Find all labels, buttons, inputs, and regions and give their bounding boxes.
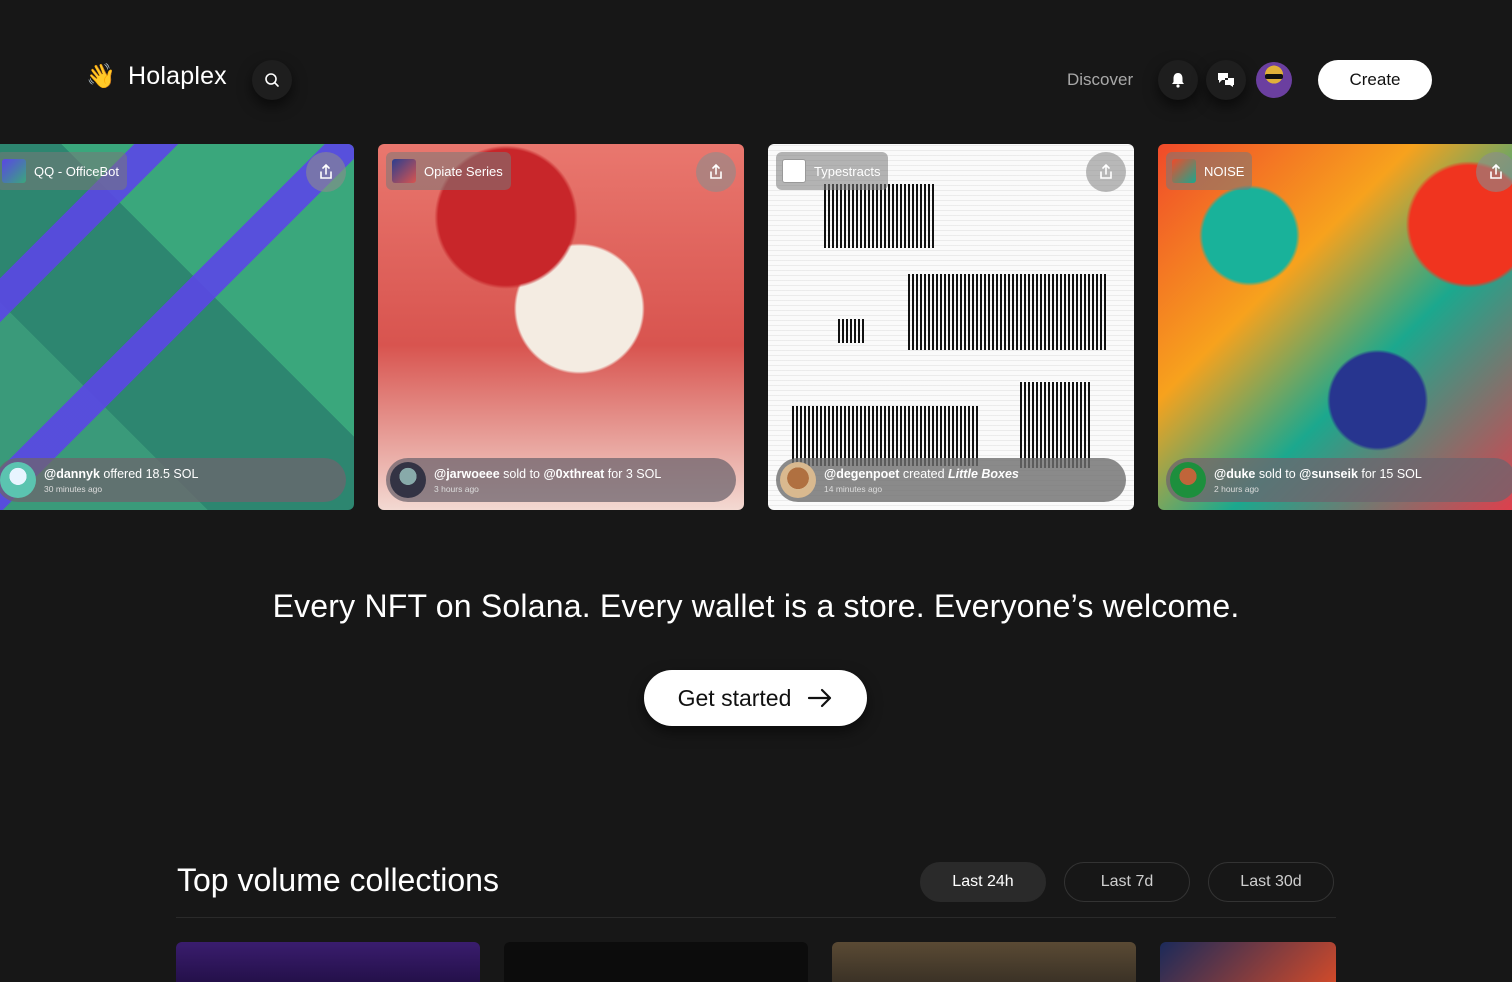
share-icon (710, 164, 722, 179)
activity-card[interactable]: NOISE @duke sold to @sunseik for 15 SOL … (1158, 144, 1512, 510)
collection-name: QQ - OfficeBot (34, 163, 120, 179)
user-avatar[interactable] (0, 462, 36, 498)
share-button[interactable] (696, 152, 736, 192)
waving-hand-icon: 👋 (86, 62, 116, 90)
nft-artwork (378, 144, 744, 510)
nft-artwork (1158, 144, 1512, 510)
collection-thumbnail (392, 159, 416, 183)
nft-artwork (0, 144, 354, 510)
collection-name: Typestracts (814, 163, 881, 179)
section-title: Top volume collections (177, 862, 499, 898)
share-icon (1490, 164, 1502, 179)
item-name[interactable]: Little Boxes (948, 467, 1019, 481)
user-handle[interactable]: @degenpoet (824, 467, 899, 481)
share-button[interactable] (1476, 152, 1512, 192)
nav-discover-link[interactable]: Discover (1067, 70, 1133, 90)
activity-bar: @degenpoet created Little Boxes 14 minut… (776, 458, 1126, 502)
activity-time: 14 minutes ago (824, 483, 883, 494)
section-divider (176, 917, 1336, 918)
brand-name: Holaplex (128, 62, 227, 90)
activity-bar: @dannyk offered 18.5 SOL 30 minutes ago (0, 458, 346, 502)
collection-name: NOISE (1204, 163, 1245, 179)
collection-tag[interactable]: NOISE (1166, 152, 1253, 190)
period-tab-24h[interactable]: Last 24h (920, 862, 1046, 902)
activity-price: for 3 SOL (604, 466, 662, 481)
period-tab-7d[interactable]: Last 7d (1064, 862, 1190, 902)
user-handle[interactable]: @jarwoeee (434, 467, 500, 481)
collection-tag[interactable]: QQ - OfficeBot (0, 152, 128, 190)
chat-bubbles-icon (1218, 73, 1234, 87)
messages-button[interactable] (1206, 60, 1246, 100)
target-handle[interactable]: @0xthreat (543, 467, 604, 481)
collection-tag[interactable]: Typestracts (776, 152, 889, 190)
share-button[interactable] (1086, 152, 1126, 192)
profile-avatar[interactable] (1256, 62, 1292, 98)
user-avatar[interactable] (1170, 462, 1206, 498)
search-button[interactable] (252, 60, 292, 100)
collection-card[interactable] (832, 942, 1136, 982)
user-handle[interactable]: @duke (1214, 467, 1255, 481)
user-handle[interactable]: @dannyk (44, 467, 100, 481)
activity-text: sold to (499, 466, 544, 481)
user-avatar[interactable] (780, 462, 816, 498)
activity-bar: @duke sold to @sunseik for 15 SOL 2 hour… (1166, 458, 1512, 502)
notifications-button[interactable] (1158, 60, 1198, 100)
hero-tagline: Every NFT on Solana. Every wallet is a s… (272, 588, 1240, 624)
activity-text: created (899, 466, 949, 481)
share-icon (320, 164, 332, 179)
get-started-button[interactable]: Get started (644, 670, 867, 726)
activity-card[interactable]: Typestracts @degenpoet created Little Bo… (768, 144, 1134, 510)
activity-price: for 15 SOL (1357, 466, 1422, 481)
collection-card[interactable] (176, 942, 480, 982)
collection-thumbnail (2, 159, 26, 183)
get-started-label: Get started (677, 684, 792, 711)
collection-thumbnail (782, 159, 806, 183)
target-handle[interactable]: @sunseik (1299, 467, 1358, 481)
activity-card[interactable]: QQ - OfficeBot @dannyk offered 18.5 SOL … (0, 144, 354, 510)
user-avatar[interactable] (390, 462, 426, 498)
arrow-right-icon (808, 688, 832, 708)
search-icon (265, 73, 279, 87)
activity-card[interactable]: Opiate Series @jarwoeee sold to @0xthrea… (378, 144, 744, 510)
activity-time: 2 hours ago (1214, 483, 1259, 494)
activity-text: sold to (1255, 466, 1300, 481)
collection-tag[interactable]: Opiate Series (386, 152, 511, 190)
activity-bar: @jarwoeee sold to @0xthreat for 3 SOL 3 … (386, 458, 736, 502)
create-button[interactable]: Create (1318, 60, 1432, 100)
collection-thumbnail (1172, 159, 1196, 183)
bell-icon (1172, 73, 1184, 88)
activity-text: offered 18.5 SOL (99, 466, 199, 481)
brand-logo[interactable]: 👋 Holaplex (86, 62, 227, 91)
share-button[interactable] (306, 152, 346, 192)
share-icon (1100, 164, 1112, 179)
nft-artwork (768, 144, 1134, 510)
period-tab-30d[interactable]: Last 30d (1208, 862, 1334, 902)
activity-time: 3 hours ago (434, 483, 479, 494)
activity-time: 30 minutes ago (44, 483, 103, 494)
collection-card[interactable] (504, 942, 808, 982)
collection-name: Opiate Series (424, 163, 503, 179)
collection-card[interactable] (1160, 942, 1336, 982)
